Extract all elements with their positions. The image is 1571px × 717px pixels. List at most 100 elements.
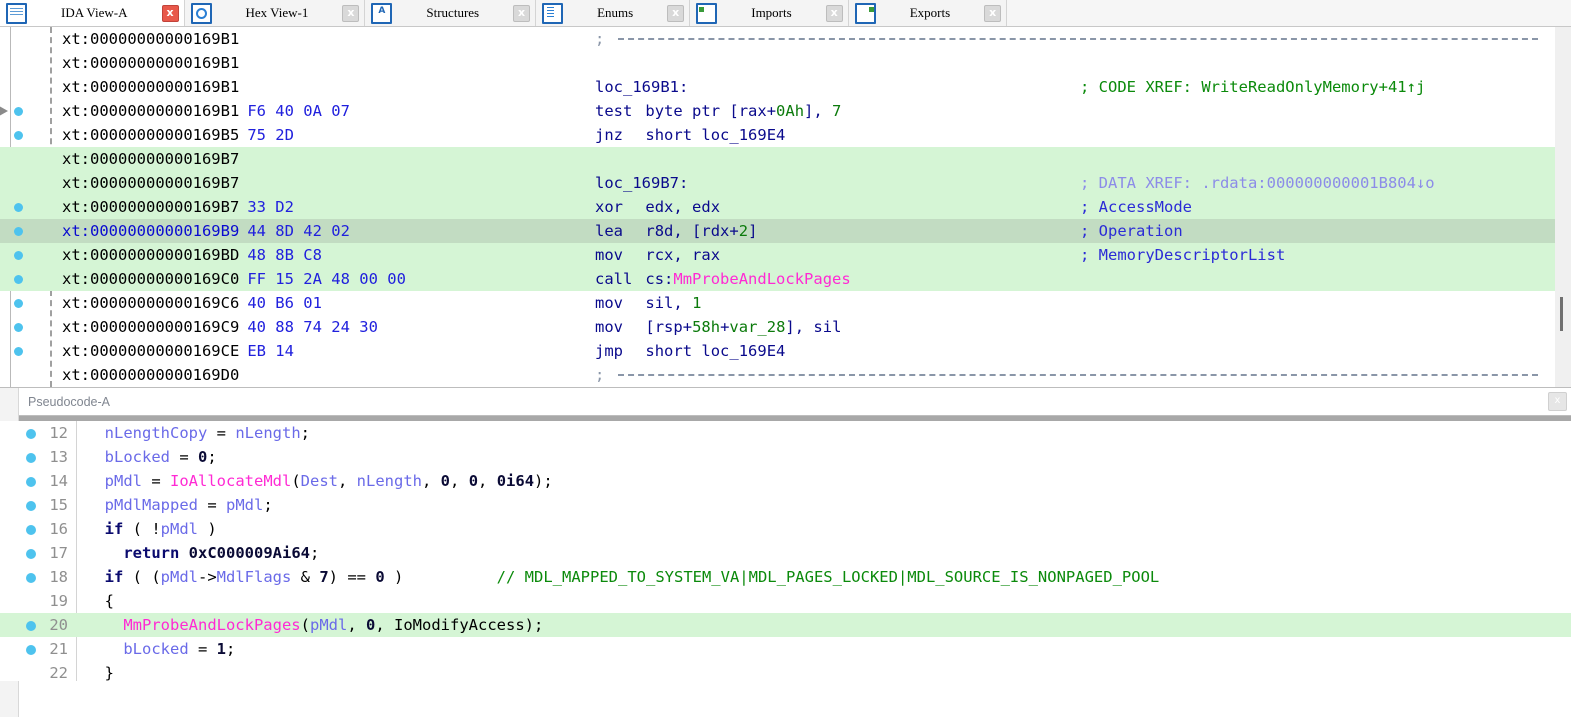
disassembly-line[interactable]: xt:00000000000169B1 loc_169B1: ; CODE XREF… — [0, 75, 1571, 99]
tab-enums[interactable]: Enums x — [536, 0, 691, 26]
instruction: jnz short loc_169E4 — [595, 123, 785, 147]
line-address: xt:00000000000169C9 — [62, 318, 240, 336]
code-token: MmProbeAndLockPages — [123, 616, 301, 634]
pseudocode-line[interactable]: 21 bLocked = 1; — [0, 637, 1571, 661]
tab-ida-view-a[interactable]: IDA View-A x — [0, 0, 185, 26]
disassembly-line[interactable]: xt:00000000000169B7 loc_169B7: ; DATA XREF… — [0, 171, 1571, 195]
breakpoint-marker-icon[interactable] — [14, 107, 23, 116]
line-marker-icon[interactable] — [26, 525, 36, 535]
breakpoint-marker-icon[interactable] — [14, 323, 23, 332]
disassembly-line[interactable]: xt:00000000000169B1; — [0, 27, 1571, 51]
pseudocode-line[interactable]: 22 } — [0, 661, 1571, 681]
pseudocode-pane[interactable]: Pseudocode-A x 12 nLengthCopy = nLength;… — [0, 387, 1571, 717]
pseudocode-line[interactable]: 18 if ( (pMdl->MdlFlags & 7) == 0 ) // M… — [0, 565, 1571, 589]
line-marker-icon[interactable] — [26, 621, 36, 631]
line-number: 18 — [49, 568, 68, 586]
close-icon[interactable]: x — [825, 4, 843, 22]
pseudocode-line[interactable]: 14 pMdl = IoAllocateMdl(Dest, nLength, 0… — [0, 469, 1571, 493]
code-token: 0i64 — [496, 472, 535, 490]
close-icon[interactable]: x — [513, 4, 531, 22]
instruction: xor edx, edx — [595, 195, 720, 219]
close-icon[interactable]: x — [161, 4, 179, 22]
code-text: pMdlMapped = pMdl; — [104, 496, 273, 514]
code-token: 0xC000009Ai64 — [188, 544, 310, 562]
pseudocode-line[interactable]: 19 { — [0, 589, 1571, 613]
line-marker-icon[interactable] — [26, 477, 36, 487]
operands: [rsp+58h+var_28], sil — [645, 318, 842, 336]
code-token: 0 — [468, 472, 479, 490]
line-marker-icon[interactable] — [26, 429, 36, 439]
pseudocode-line[interactable]: 12 nLengthCopy = nLength; — [0, 421, 1571, 445]
breakpoint-marker-icon[interactable] — [14, 275, 23, 284]
pseudocode-line[interactable]: 16 if ( !pMdl ) — [0, 517, 1571, 541]
disassembly-line[interactable]: xt:00000000000169B9 44 8D 42 02 lea r8d, [r… — [0, 219, 1571, 243]
disassembly-line[interactable]: xt:00000000000169CE EB 14 jmp short loc_169… — [0, 339, 1571, 363]
line-marker-icon[interactable] — [26, 645, 36, 655]
disassembly-line[interactable]: xt:00000000000169C0 FF 15 2A 48 00 00 call… — [0, 267, 1571, 291]
line-number: 19 — [49, 592, 68, 610]
line-address: xt:00000000000169B7 — [62, 198, 240, 216]
tab-exports[interactable]: Exports x — [848, 0, 1008, 26]
separator-dashes — [618, 38, 1538, 40]
instruction: call cs:MmProbeAndLockPages — [595, 267, 851, 291]
line-marker-icon[interactable] — [26, 501, 36, 511]
operands: r8d, [rdx+2] — [645, 222, 758, 240]
pseudocode-line[interactable]: 15 pMdlMapped = pMdl; — [0, 493, 1571, 517]
code-token: nLength — [235, 424, 301, 442]
tab-label: Structures — [426, 5, 480, 20]
pseudocode-code-area[interactable]: 12 nLengthCopy = nLength; 13 bLocked = 0;… — [0, 421, 1571, 681]
disassembly-scrollbar[interactable] — [1555, 27, 1571, 387]
breakpoint-marker-icon[interactable] — [14, 227, 23, 236]
close-icon[interactable]: x — [984, 4, 1002, 22]
code-token: Dest — [300, 472, 338, 490]
pseudocode-line[interactable]: 20 MmProbeAndLockPages(pMdl, 0, IoModify… — [0, 613, 1571, 637]
disassembly-rows[interactable]: xt:00000000000169B1; xt:00000000000169B1 x… — [0, 27, 1571, 387]
disassembly-line[interactable]: xt:00000000000169B1 — [0, 51, 1571, 75]
line-marker-icon[interactable] — [26, 549, 36, 559]
line-marker-icon[interactable] — [26, 573, 36, 583]
disassembly-line[interactable]: xt:00000000000169B5 75 2D jnz short loc_169… — [0, 123, 1571, 147]
breakpoint-marker-icon[interactable] — [14, 299, 23, 308]
breakpoint-marker-icon[interactable] — [14, 251, 23, 260]
code-token: if — [104, 520, 124, 538]
close-icon[interactable]: x — [1548, 392, 1567, 411]
scrollbar-thumb[interactable] — [1560, 297, 1563, 331]
breakpoint-marker-icon[interactable] — [14, 131, 23, 140]
disassembly-line[interactable]: xt:00000000000169D0; — [0, 363, 1571, 387]
tab-pseudocode-a[interactable]: Pseudocode-A — [18, 395, 120, 409]
view-tab-bar[interactable]: IDA View-A x Hex View-1 x A Structures x… — [0, 0, 1571, 27]
mnemonic: call — [595, 270, 633, 288]
pseudocode-header[interactable]: Pseudocode-A x — [18, 388, 1571, 416]
close-icon[interactable]: x — [342, 4, 360, 22]
tab-hex-view-1[interactable]: Hex View-1 x — [184, 0, 366, 26]
line-bytes: 40 88 74 24 30 — [247, 318, 378, 336]
disassembly-line[interactable]: xt:00000000000169B7 — [0, 147, 1571, 171]
breakpoint-marker-icon[interactable] — [14, 203, 23, 212]
close-icon[interactable]: x — [667, 4, 685, 22]
disassembly-line[interactable]: xt:00000000000169BD 48 8B C8 mov rcx, rax ; … — [0, 243, 1571, 267]
disassembly-line[interactable]: xt:00000000000169B7 33 D2 xor edx, edx ; Acc… — [0, 195, 1571, 219]
tab-structures[interactable]: A Structures x — [365, 0, 537, 26]
instruction: mov rcx, rax — [595, 243, 720, 267]
disassembly-line[interactable]: xt:00000000000169C9 40 88 74 24 30 mov [rsp… — [0, 315, 1571, 339]
disassembly-line[interactable]: xt:00000000000169B1 F6 40 0A 07 test byte p… — [0, 99, 1571, 123]
separator-dashes — [618, 374, 1538, 376]
disassembly-view[interactable]: xt:00000000000169B1; xt:00000000000169B1 x… — [0, 27, 1571, 387]
code-token: pMdl — [226, 496, 264, 514]
code-text: if ( (pMdl->MdlFlags & 7) == 0 ) // MDL_… — [104, 568, 1160, 586]
line-marker-icon[interactable] — [26, 453, 36, 463]
code-token: 0 — [198, 448, 208, 466]
pseudocode-rows[interactable]: 12 nLengthCopy = nLength; 13 bLocked = 0;… — [0, 421, 1571, 681]
code-text: { — [86, 592, 114, 610]
separator-comment: ; — [595, 30, 605, 48]
tab-imports[interactable]: Imports x — [690, 0, 849, 26]
code-token: IoModifyAccess — [394, 616, 525, 634]
code-label[interactable]: loc_169B1: — [595, 75, 688, 99]
code-label[interactable]: loc_169B7: — [595, 171, 688, 195]
mnemonic: mov — [595, 318, 623, 336]
pseudocode-line[interactable]: 17 return 0xC000009Ai64; — [0, 541, 1571, 565]
code-token: MdlFlags — [216, 568, 292, 586]
pseudocode-line[interactable]: 13 bLocked = 0; — [0, 445, 1571, 469]
breakpoint-marker-icon[interactable] — [14, 347, 23, 356]
disassembly-line[interactable]: xt:00000000000169C6 40 B6 01 mov sil, 1 — [0, 291, 1571, 315]
